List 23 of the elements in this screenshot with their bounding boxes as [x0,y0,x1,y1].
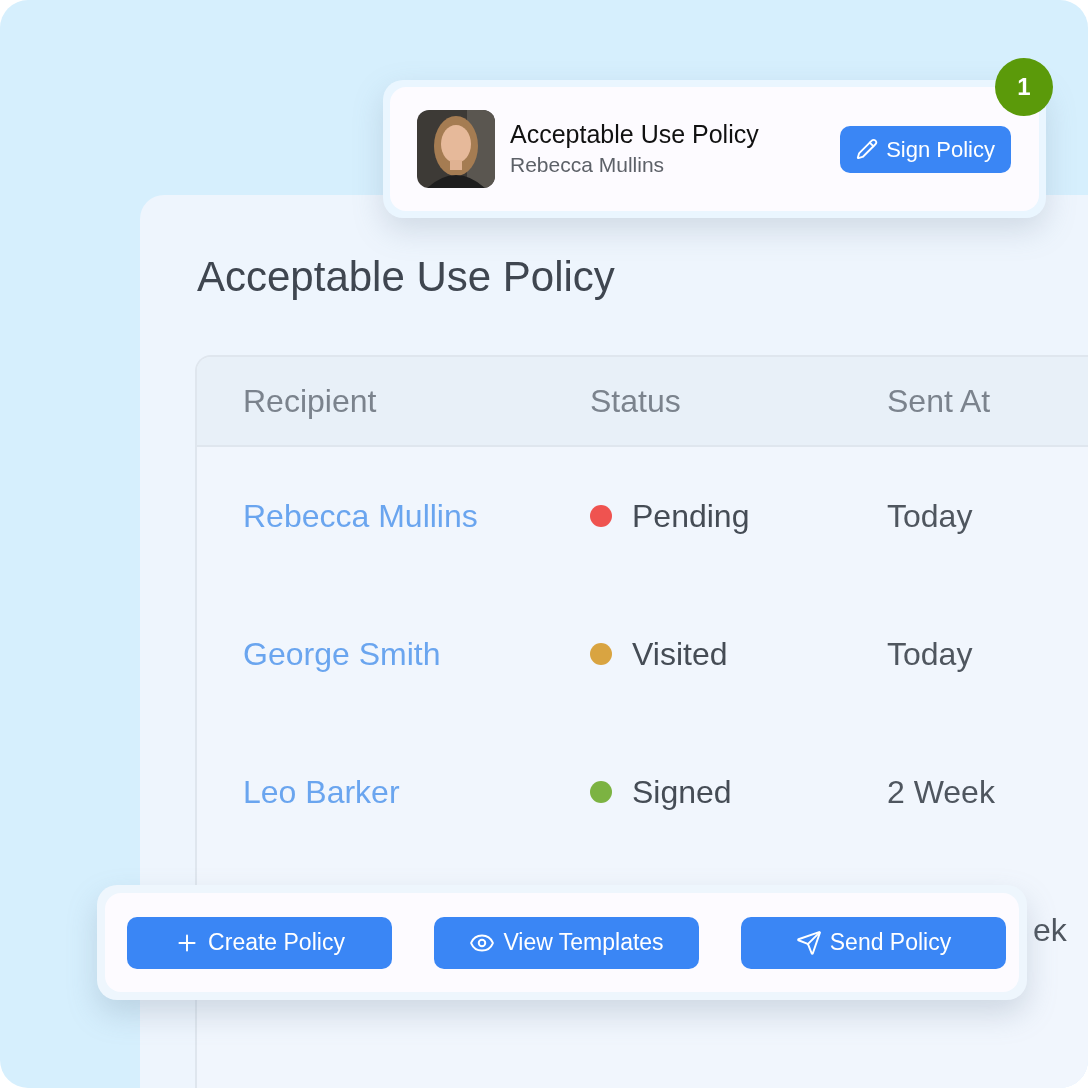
sent-at-text: ek [1033,911,1067,950]
pencil-icon [856,138,879,160]
sent-at-text: Today [887,635,973,674]
sign-policy-button[interactable]: Sign Policy [840,125,1011,173]
recipient-link[interactable]: George Smith [243,636,441,672]
sent-at-text: 2 Week [887,773,995,812]
status-text: Visited [632,635,728,674]
sent-at-text: Today [887,497,973,536]
status-text: Signed [632,773,732,812]
action-button[interactable]: Create Policy [127,916,392,969]
action-button[interactable]: Send Policy [741,916,1006,969]
column-header: Status [590,383,681,419]
recipient-link[interactable]: Rebecca Mullins [243,498,478,534]
send-icon [795,929,822,956]
notification-badge: 1 [995,58,1053,116]
column-header: Sent At [887,383,991,419]
notification-subtitle: Rebecca Mullins [510,152,666,178]
recipient-link[interactable]: Leo Barker [243,774,400,810]
page-title: Acceptable Use Policy [197,252,616,302]
column-header: Recipient [243,383,377,419]
action-button[interactable]: View Templates [434,916,699,969]
status-text: Pending [632,497,750,536]
notification-title: Acceptable Use Policy [510,119,760,150]
